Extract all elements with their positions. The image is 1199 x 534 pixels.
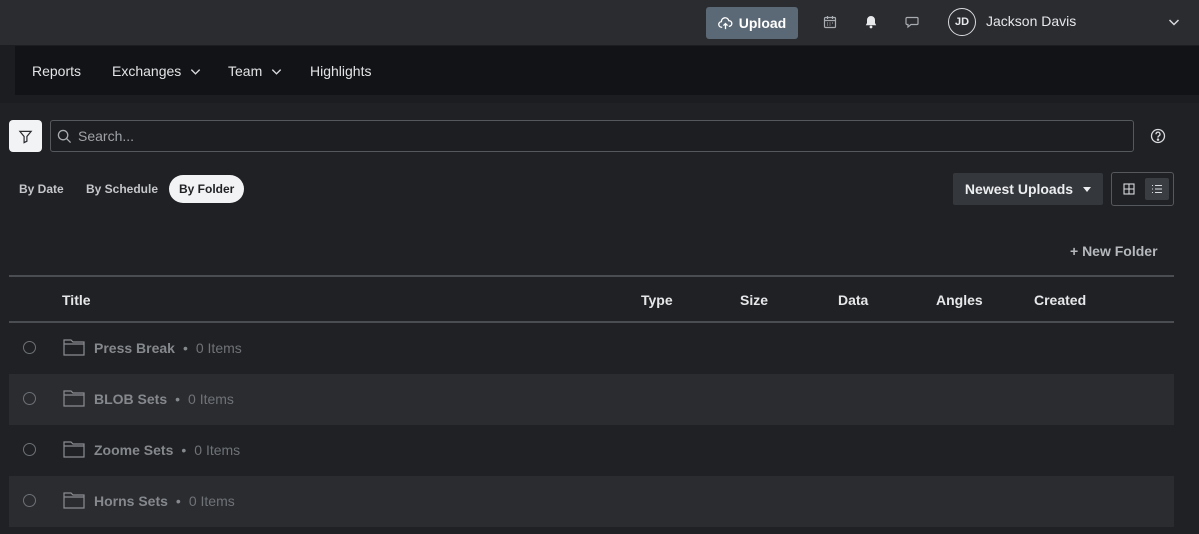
column-header-type[interactable]: Type <box>641 292 673 308</box>
filter-button[interactable] <box>9 120 42 152</box>
item-count: 0 Items <box>195 340 242 356</box>
row-select-radio[interactable] <box>23 392 36 405</box>
row-select-radio[interactable] <box>23 443 36 456</box>
table-header: Title Type Size Data Angles Created <box>9 275 1174 323</box>
folder-name: Zoome Sets <box>94 442 174 458</box>
folder-icon <box>63 339 85 356</box>
list-view-button[interactable] <box>1145 178 1169 200</box>
column-header-angles[interactable]: Angles <box>936 292 983 308</box>
nav-label: Highlights <box>310 63 372 79</box>
row-title[interactable]: Press Break • 0 Items <box>94 340 242 356</box>
row-select-radio[interactable] <box>23 494 36 507</box>
item-count: 0 Items <box>194 442 241 458</box>
folder-icon <box>63 441 85 458</box>
chevron-down-icon[interactable] <box>1167 15 1181 29</box>
nav-item-team[interactable]: Team <box>228 63 283 79</box>
avatar-initials: JD <box>954 16 970 28</box>
caret-down-icon <box>1083 186 1092 192</box>
tab-label: By Schedule <box>86 182 159 196</box>
row-title[interactable]: Zoome Sets • 0 Items <box>94 442 240 458</box>
cloud-upload-icon <box>717 16 733 29</box>
table-row[interactable]: Zoome Sets • 0 Items <box>9 425 1174 476</box>
chevron-down-icon <box>191 68 201 75</box>
item-count: 0 Items <box>188 493 235 509</box>
tab-label: By Date <box>19 182 64 196</box>
new-folder-button[interactable]: + New Folder <box>1070 243 1158 259</box>
separator-dot: • <box>181 442 187 458</box>
folder-name: Press Break <box>94 340 175 356</box>
calendar-icon[interactable] <box>821 13 839 31</box>
table-row[interactable]: BLOB Sets • 0 Items <box>9 374 1174 425</box>
view-toggle <box>1111 172 1174 206</box>
avatar[interactable]: JD <box>948 8 976 36</box>
column-header-data[interactable]: Data <box>838 292 868 308</box>
search-icon <box>57 129 72 143</box>
separator-dot: • <box>175 493 181 509</box>
column-header-created[interactable]: Created <box>1034 292 1086 308</box>
sort-dropdown[interactable]: Newest Uploads <box>953 173 1103 205</box>
bell-icon[interactable] <box>862 13 880 31</box>
upload-button[interactable]: Upload <box>706 7 798 39</box>
column-header-size[interactable]: Size <box>740 292 768 308</box>
folder-icon <box>63 390 85 407</box>
nav-label: Reports <box>32 63 82 79</box>
row-title[interactable]: BLOB Sets • 0 Items <box>94 391 234 407</box>
folder-icon <box>63 492 85 509</box>
upload-label: Upload <box>738 15 787 31</box>
nav-item-reports[interactable]: Reports <box>32 63 81 79</box>
chevron-down-icon <box>272 68 282 75</box>
tab-by-date[interactable]: By Date <box>9 175 74 203</box>
search-field[interactable] <box>50 120 1134 152</box>
item-count: 0 Items <box>188 391 234 407</box>
list-icon <box>1152 184 1162 194</box>
tab-label: By Folder <box>179 182 235 196</box>
sort-selected-label: Newest Uploads <box>964 181 1074 197</box>
row-title[interactable]: Horns Sets • 0 Items <box>94 493 235 509</box>
table-row[interactable]: Horns Sets • 0 Items <box>9 476 1174 527</box>
main-nav: Reports Exchanges Team Highlights <box>15 46 1199 95</box>
separator-dot: • <box>175 391 181 407</box>
nav-label: Exchanges <box>112 63 182 79</box>
separator-dot: • <box>182 340 188 356</box>
user-name[interactable]: Jackson Davis <box>986 13 1076 29</box>
column-header-title[interactable]: Title <box>62 292 91 308</box>
folder-name: BLOB Sets <box>94 391 168 407</box>
nav-item-highlights[interactable]: Highlights <box>310 63 371 79</box>
grid-view-button[interactable] <box>1117 178 1141 200</box>
help-icon[interactable] <box>1150 128 1166 144</box>
filter-icon <box>18 130 33 144</box>
row-select-radio[interactable] <box>23 341 36 354</box>
table-row[interactable]: Press Break • 0 Items <box>9 323 1174 374</box>
chat-icon[interactable] <box>903 13 921 31</box>
folders-table: Title Type Size Data Angles Created Pres… <box>9 275 1174 527</box>
nav-label: Team <box>228 63 263 79</box>
grid-icon <box>1123 183 1135 195</box>
tab-by-folder[interactable]: By Folder <box>169 175 245 203</box>
search-input[interactable] <box>78 128 1078 144</box>
nav-item-exchanges[interactable]: Exchanges <box>112 63 202 79</box>
folder-name: Horns Sets <box>94 493 168 509</box>
tab-by-schedule[interactable]: By Schedule <box>76 175 168 203</box>
top-bar: Upload JD Jackson Davis <box>0 0 1199 45</box>
